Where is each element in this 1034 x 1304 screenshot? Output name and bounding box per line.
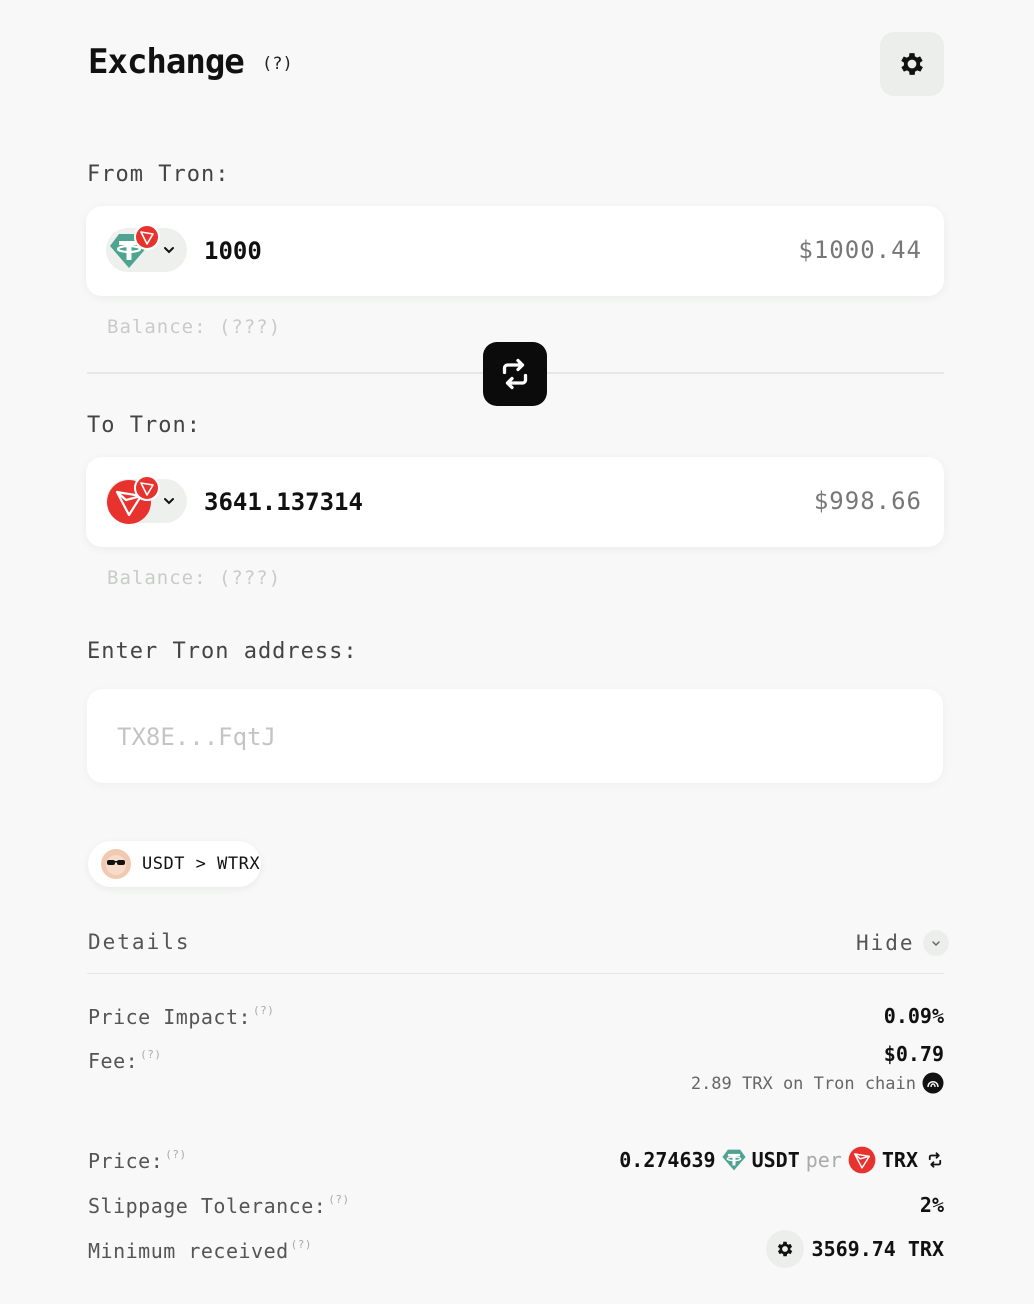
price-quote-token: TRX [881, 1148, 918, 1172]
route-label: USDT > WTRX [142, 854, 261, 874]
details-heading: Details [88, 930, 191, 954]
slippage-hint[interactable]: (?) [328, 1193, 349, 1206]
chevron-down-icon [922, 930, 949, 956]
slippage-label-text: Slippage Tolerance: [88, 1194, 327, 1218]
minimum-received-hint[interactable]: (?) [291, 1238, 312, 1251]
minimum-received-value: 3569.74 TRX [811, 1237, 944, 1261]
price-impact-hint[interactable]: (?) [253, 1004, 274, 1017]
details-toggle-button[interactable]: Hide [856, 930, 949, 956]
from-amount-input[interactable] [204, 234, 624, 268]
tron-badge-icon [134, 475, 160, 501]
slippage-label: Slippage Tolerance: (?) [88, 1193, 350, 1218]
title-help-hint[interactable]: (?) [262, 54, 293, 74]
minimum-received-label-text: Minimum received [88, 1239, 289, 1263]
gear-icon [901, 53, 923, 75]
trx-icon [848, 1146, 876, 1174]
usdt-icon [722, 1149, 746, 1171]
price-hint[interactable]: (?) [165, 1148, 186, 1161]
minimum-received-row: 3569.74 TRX [765, 1230, 944, 1268]
price-base-token: USDT [751, 1148, 800, 1172]
minimum-received-label: Minimum received (?) [88, 1238, 312, 1263]
chevron-down-icon [164, 247, 174, 254]
tron-address-input[interactable] [117, 719, 897, 755]
settings-button[interactable] [880, 32, 944, 96]
from-label: From Tron: [87, 162, 230, 187]
energy-icon [922, 1072, 944, 1094]
slippage-value[interactable]: 2% [920, 1193, 944, 1217]
details-toggle-label: Hide [856, 931, 915, 955]
fee-chain-detail: 2.89 TRX on Tron chain [690, 1074, 916, 1094]
price-label-text: Price: [88, 1149, 164, 1173]
fee-hint[interactable]: (?) [140, 1048, 161, 1061]
to-amount-input[interactable] [204, 485, 624, 519]
fee-label: Fee: (?) [88, 1048, 162, 1073]
price-impact-label: Price Impact: (?) [88, 1004, 274, 1029]
fee-label-text: Fee: [88, 1049, 139, 1073]
page-title: Exchange [88, 42, 245, 82]
swap-direction-button[interactable] [483, 342, 547, 406]
tron-badge-icon [134, 224, 160, 250]
from-balance: Balance: (???) [107, 316, 282, 338]
price-label: Price: (?) [88, 1148, 187, 1173]
chevron-down-icon [164, 498, 174, 505]
from-token-selector[interactable] [106, 224, 187, 272]
price-value: 0.274639 [619, 1148, 716, 1172]
price-per-word: per [805, 1148, 842, 1172]
to-token-card: $998.66 [86, 457, 944, 547]
gear-icon[interactable] [765, 1230, 804, 1268]
route-pill[interactable]: USDT > WTRX [88, 841, 261, 887]
from-token-card: $1000.44 [86, 206, 944, 296]
invert-price-icon[interactable] [926, 1151, 944, 1169]
price-value-row: 0.274639 USDT per TRX [619, 1146, 944, 1174]
price-impact-label-text: Price Impact: [88, 1005, 252, 1029]
dex-avatar-icon [101, 849, 131, 879]
fee-value: $0.79 [883, 1042, 944, 1066]
to-label: To Tron: [87, 413, 201, 438]
to-usd-value: $998.66 [813, 487, 922, 515]
details-divider [87, 973, 944, 974]
to-token-selector[interactable] [106, 475, 187, 524]
address-label: Enter Tron address: [87, 639, 358, 664]
address-field-container [87, 689, 943, 783]
from-usd-value: $1000.44 [798, 236, 922, 264]
to-balance: Balance: (???) [107, 567, 282, 589]
swap-arrows-icon [502, 358, 528, 390]
price-impact-value: 0.09% [883, 1004, 944, 1028]
